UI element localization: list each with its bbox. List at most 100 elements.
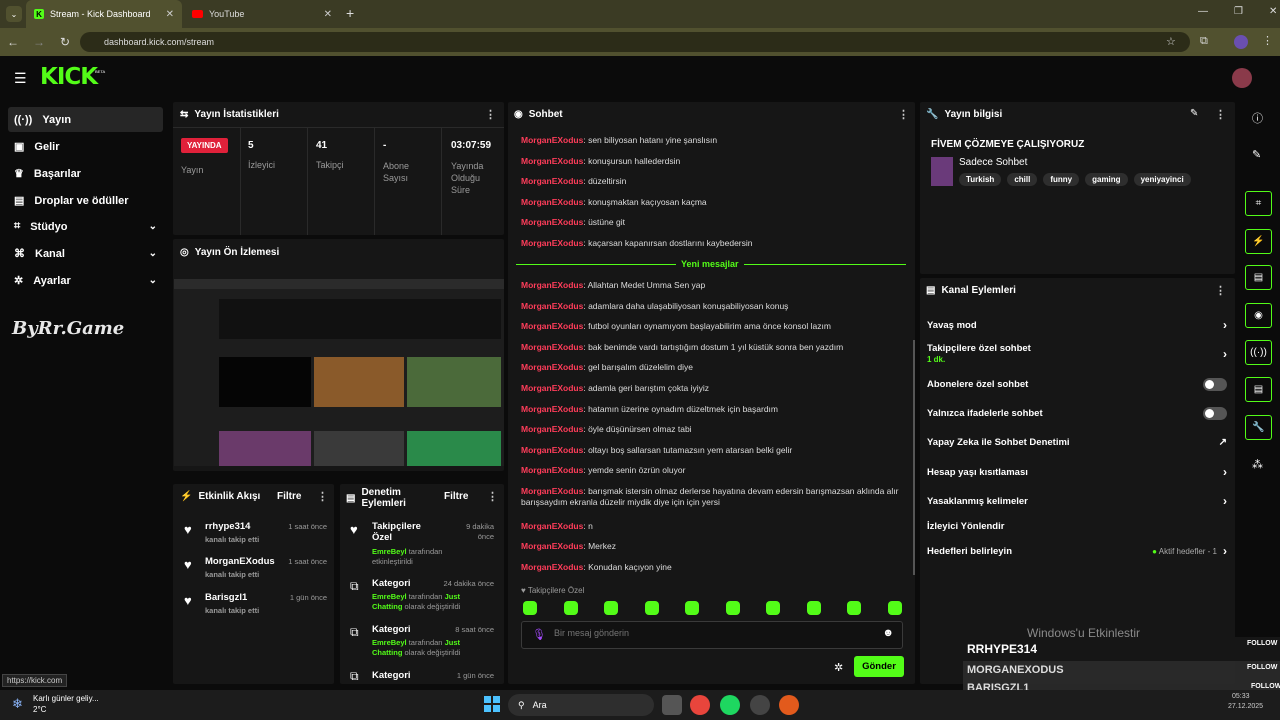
mod-filter-button[interactable]: Filtre xyxy=(444,491,468,502)
chat-username[interactable]: MorganEXodus xyxy=(521,280,583,290)
back-icon[interactable]: ← xyxy=(0,35,26,49)
reload-icon[interactable]: ↻ xyxy=(52,35,78,49)
stream-preview-video[interactable] xyxy=(174,279,504,466)
brave-icon[interactable] xyxy=(779,695,799,715)
tag[interactable]: funny xyxy=(1043,173,1080,186)
redirect-viewers-row[interactable]: İzleyici Yönlendir xyxy=(927,519,1227,533)
chat-username[interactable]: MorganEXodus xyxy=(521,383,583,393)
tag[interactable]: yeniyayinci xyxy=(1133,173,1191,186)
edit-pencil-icon[interactable]: ✎ xyxy=(1190,108,1198,119)
task-view-icon[interactable] xyxy=(662,695,682,715)
bookmark-star-icon[interactable]: ☆ xyxy=(1166,35,1176,48)
spotify-icon[interactable] xyxy=(720,695,740,715)
close-icon[interactable]: ✕ xyxy=(166,9,174,20)
chat-username[interactable]: MorganEXodus xyxy=(521,217,583,227)
hamburger-menu-icon[interactable]: ☰ xyxy=(14,70,27,87)
category-name[interactable]: Sadece Sohbet xyxy=(959,157,1027,168)
activity-menu-icon[interactable]: ⋮ xyxy=(317,490,328,503)
chat-username[interactable]: MorganEXodus xyxy=(521,362,583,372)
sidebar-item-kanal[interactable]: ⌘ Kanal ⌄ xyxy=(8,241,163,266)
emoji-icon[interactable]: ☻ xyxy=(882,627,894,639)
info-menu-icon[interactable]: ⋮ xyxy=(1215,108,1226,121)
taskbar-search[interactable]: ⚲ Ara xyxy=(508,694,654,716)
chat-username[interactable]: MorganEXodus xyxy=(521,445,583,455)
ai-moderation-row[interactable]: Yapay Zeka ile Sohbet Denetimi ↗ xyxy=(927,435,1227,449)
windows-start-icon[interactable] xyxy=(484,696,500,712)
chrome-icon[interactable] xyxy=(690,695,710,715)
chat-username[interactable]: MorganEXodus xyxy=(521,404,583,414)
rail-button-wrench[interactable]: 🔧 xyxy=(1245,415,1272,440)
close-window-icon[interactable]: ✕ xyxy=(1269,6,1277,17)
chat-username[interactable]: MorganEXodus xyxy=(521,321,583,331)
chat-username[interactable]: MorganEXodus xyxy=(521,562,583,572)
sidebar-item-gelir[interactable]: ▣ Gelir xyxy=(8,134,163,159)
actions-menu-icon[interactable]: ⋮ xyxy=(1215,284,1226,297)
rail-button-studio[interactable]: ⌗ xyxy=(1245,191,1272,216)
chat-username[interactable]: MorganEXodus xyxy=(521,156,583,166)
rail-button-chat[interactable]: ◉ xyxy=(1245,303,1272,328)
browser-tab-youtube[interactable]: YouTube ✕ xyxy=(184,0,340,28)
browser-tab-kick[interactable]: K Stream - Kick Dashboard ✕ xyxy=(26,0,182,28)
tab-search-button[interactable]: ⌄ xyxy=(6,6,22,22)
emotes-only-toggle[interactable] xyxy=(1203,406,1227,420)
url-input[interactable]: dashboard.kick.com/stream xyxy=(80,32,1190,52)
emote-icon[interactable] xyxy=(604,601,618,615)
app-icon[interactable] xyxy=(750,695,770,715)
pencil-icon[interactable]: ✎ xyxy=(1252,148,1261,161)
tag[interactable]: chill xyxy=(1007,173,1038,186)
send-button[interactable]: Gönder xyxy=(854,656,904,677)
chat-username[interactable]: MorganEXodus xyxy=(521,465,583,475)
emote-icon[interactable] xyxy=(564,601,578,615)
new-tab-button[interactable]: + xyxy=(346,5,354,21)
rail-button-doc[interactable]: ▤ xyxy=(1245,265,1272,290)
info-icon[interactable]: ⓘ xyxy=(1252,110,1263,126)
subs-only-toggle[interactable] xyxy=(1203,377,1227,391)
followers-only-row[interactable]: Takipçilere özel sohbet 1 dk. › xyxy=(927,343,1227,365)
stats-menu-icon[interactable]: ⋮ xyxy=(485,108,496,121)
emote-icon[interactable] xyxy=(888,601,902,615)
activity-filter-button[interactable]: Filtre xyxy=(277,491,301,502)
emote-icon[interactable] xyxy=(807,601,821,615)
kick-logo[interactable]: KICK xyxy=(40,64,98,90)
chat-input[interactable]: 🎙 ☻ xyxy=(521,621,903,649)
emote-icon[interactable] xyxy=(766,601,780,615)
dots-cluster-icon[interactable]: ⁂ xyxy=(1252,458,1263,471)
minimize-icon[interactable]: — xyxy=(1198,6,1208,17)
microphone-icon[interactable]: 🎙 xyxy=(532,628,546,641)
profile-avatar[interactable] xyxy=(1234,35,1248,49)
banned-words-row[interactable]: Yasaklanmış kelimeler › xyxy=(927,494,1227,508)
chat-username[interactable]: MorganEXodus xyxy=(521,238,583,248)
tag[interactable]: Turkish xyxy=(959,173,1002,186)
account-age-row[interactable]: Hesap yaşı kısıtlaması › xyxy=(927,465,1227,479)
chat-username[interactable]: MorganEXodus xyxy=(521,486,583,496)
chat-username[interactable]: MorganEXodus xyxy=(521,424,583,434)
extensions-icon[interactable]: ⧉ xyxy=(1200,35,1208,48)
rail-button-broadcast[interactable]: ((·)) xyxy=(1245,340,1272,365)
chat-menu-icon[interactable]: ⋮ xyxy=(898,108,909,121)
chat-username[interactable]: MorganEXodus xyxy=(521,176,583,186)
chat-username[interactable]: MorganEXodus xyxy=(521,301,583,311)
menu-kebab-icon[interactable]: ⋮ xyxy=(1262,34,1273,47)
emote-icon[interactable] xyxy=(726,601,740,615)
close-icon[interactable]: ✕ xyxy=(324,9,332,20)
chat-scrollbar[interactable] xyxy=(913,340,915,575)
sidebar-item-droplar[interactable]: ▤ Droplar ve ödüller xyxy=(8,188,163,213)
sidebar-item-studyo[interactable]: ⌗ Stüdyo ⌄ xyxy=(8,214,163,239)
chat-username[interactable]: MorganEXodus xyxy=(521,135,583,145)
forward-icon[interactable]: → xyxy=(26,35,52,49)
chat-settings-gear-icon[interactable]: ✲ xyxy=(834,661,843,674)
weather-text[interactable]: Karlı günler geliy... xyxy=(33,694,99,703)
chat-username[interactable]: MorganEXodus xyxy=(521,342,583,352)
sidebar-item-basarilar[interactable]: ♛ Başarılar xyxy=(8,161,163,186)
emote-icon[interactable] xyxy=(685,601,699,615)
chat-username[interactable]: MorganEXodus xyxy=(521,541,583,551)
chat-username[interactable]: MorganEXodus xyxy=(521,521,583,531)
mod-menu-icon[interactable]: ⋮ xyxy=(487,490,498,503)
rail-button-bolt[interactable]: ⚡ xyxy=(1245,229,1272,254)
tag[interactable]: gaming xyxy=(1085,173,1128,186)
emote-icon[interactable] xyxy=(523,601,537,615)
slow-mode-row[interactable]: Yavaş mod › xyxy=(927,318,1227,332)
goals-row[interactable]: Hedefleri belirleyin ● Aktif hedefler - 1… xyxy=(927,544,1227,558)
sidebar-item-yayin[interactable]: ((·)) Yayın xyxy=(8,107,163,132)
sidebar-item-ayarlar[interactable]: ✲ Ayarlar ⌄ xyxy=(8,268,163,293)
